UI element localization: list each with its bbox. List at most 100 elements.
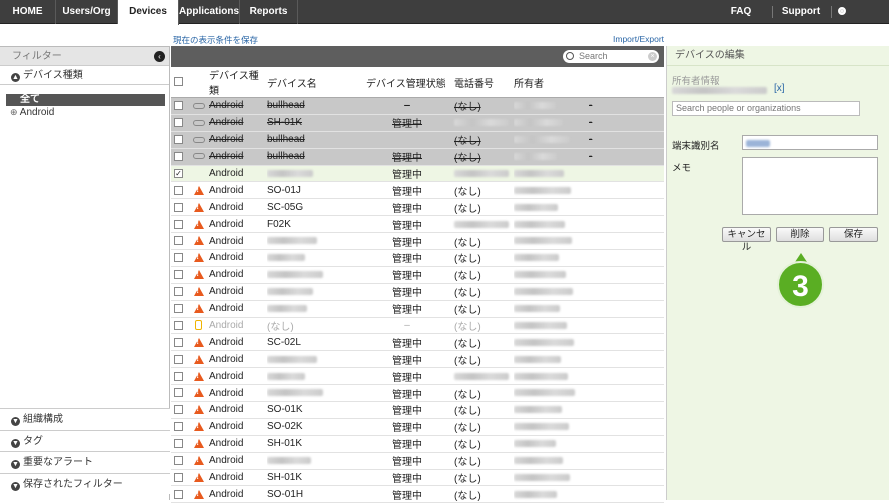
row-checkbox[interactable] <box>174 303 183 313</box>
row-select-cell[interactable]: ✓ <box>171 165 188 183</box>
row-checkbox[interactable] <box>174 405 183 415</box>
select-all-checkbox[interactable] <box>174 77 183 87</box>
table-row[interactable]: ✓ Android 管理中 <box>171 165 664 183</box>
row-select-cell[interactable] <box>171 215 188 234</box>
row-checkbox[interactable] <box>174 489 183 499</box>
row-select-cell[interactable] <box>171 350 188 369</box>
table-row[interactable]: Android bullhead 管理中 (なし) - <box>171 148 664 166</box>
row-checkbox[interactable]: ✓ <box>174 168 183 178</box>
column-device-type[interactable]: デバイス種類 <box>209 67 267 98</box>
device-name-cell[interactable]: SH-01K <box>267 469 366 487</box>
device-name-cell[interactable]: SO-02K <box>267 418 366 436</box>
section-organization[interactable]: ▼ 組織構成 <box>0 408 170 430</box>
table-row[interactable]: Android 管理中 (なし) <box>171 384 664 403</box>
section-tags[interactable]: ▼ タグ <box>0 429 170 451</box>
row-checkbox[interactable] <box>174 135 183 145</box>
table-row[interactable]: Android 管理中 (なし) <box>171 350 664 369</box>
table-row[interactable]: AndroidSO-01J 管理中 (なし) <box>171 181 664 200</box>
device-name-cell[interactable] <box>267 283 366 301</box>
device-name-cell[interactable]: SC-02L <box>267 333 366 352</box>
table-row[interactable]: Android 管理中 (なし) <box>171 452 664 470</box>
device-name-cell[interactable] <box>267 165 366 183</box>
table-row[interactable]: Android 管理中 (なし) <box>171 249 664 267</box>
row-checkbox[interactable] <box>174 118 183 128</box>
table-row[interactable]: Android 管理中 (なし) <box>171 300 664 318</box>
row-select-cell[interactable] <box>171 114 188 132</box>
row-select-cell[interactable] <box>171 469 188 487</box>
table-row[interactable]: Android SH-01K 管理中 - <box>171 114 664 132</box>
device-name-cell[interactable]: bullhead <box>267 97 366 115</box>
row-select-cell[interactable] <box>171 333 188 352</box>
table-row[interactable]: Android 管理中 (なし) <box>171 283 664 301</box>
select-all-cell[interactable] <box>171 67 188 98</box>
table-row[interactable]: AndroidSC-05G 管理中 (なし) <box>171 198 664 217</box>
device-name-cell[interactable]: bullhead <box>267 148 366 166</box>
row-select-cell[interactable] <box>171 249 188 267</box>
device-name-cell[interactable]: SH-01K <box>267 435 366 453</box>
save-button[interactable]: 保存 <box>829 227 878 242</box>
row-checkbox[interactable] <box>174 472 183 482</box>
device-name-cell[interactable]: (なし) <box>267 317 366 335</box>
table-row[interactable]: Android (なし) – (なし) <box>171 317 664 335</box>
row-select-cell[interactable] <box>171 131 188 149</box>
row-checkbox[interactable] <box>174 422 183 432</box>
tab-home[interactable]: HOME <box>0 0 56 24</box>
column-owner[interactable]: 所有者 <box>514 67 589 98</box>
row-checkbox[interactable] <box>174 439 183 449</box>
tab-devices[interactable]: Devices <box>118 0 179 25</box>
column-phone[interactable]: 電話番号 <box>448 67 514 98</box>
terminal-id-input[interactable] <box>742 135 878 150</box>
row-select-cell[interactable] <box>171 452 188 470</box>
delete-button[interactable]: 削除 <box>776 227 824 242</box>
table-row[interactable]: Android bullhead (なし) - <box>171 131 664 149</box>
table-row[interactable]: Android 管理中 <box>171 367 664 386</box>
device-name-cell[interactable]: SH-01K <box>267 114 366 132</box>
row-select-cell[interactable] <box>171 198 188 217</box>
row-select-cell[interactable] <box>171 317 188 335</box>
table-row[interactable]: AndroidSH-01K 管理中 (なし) <box>171 435 664 453</box>
table-row[interactable]: AndroidSO-02K 管理中 (なし) <box>171 418 664 436</box>
device-name-cell[interactable]: SO-01J <box>267 181 366 200</box>
remove-owner-link[interactable]: [x] <box>774 83 785 94</box>
row-select-cell[interactable] <box>171 367 188 386</box>
row-checkbox[interactable] <box>174 320 183 330</box>
collapse-sidebar-icon[interactable]: ‹ <box>154 51 165 62</box>
table-row[interactable]: AndroidF02K 管理中 <box>171 215 664 234</box>
device-name-cell[interactable] <box>267 350 366 369</box>
device-name-cell[interactable] <box>267 249 366 267</box>
faq-link[interactable]: FAQ <box>722 0 760 24</box>
device-name-cell[interactable]: SC-05G <box>267 198 366 217</box>
support-link[interactable]: Support <box>778 0 824 24</box>
table-row[interactable]: Android bullhead – (なし) - <box>171 97 664 115</box>
tab-reports[interactable]: Reports <box>240 0 298 24</box>
row-select-cell[interactable] <box>171 384 188 403</box>
device-name-cell[interactable]: F02K <box>267 215 366 234</box>
import-export-link[interactable]: Import/Export <box>613 34 664 44</box>
memo-textarea[interactable] <box>742 157 878 215</box>
section-alerts[interactable]: ▼ 重要なアラート <box>0 451 170 473</box>
row-checkbox[interactable] <box>174 236 183 246</box>
row-checkbox[interactable] <box>174 287 183 297</box>
row-checkbox[interactable] <box>174 354 183 364</box>
device-name-cell[interactable] <box>267 266 366 284</box>
row-checkbox[interactable] <box>174 388 183 398</box>
cancel-button[interactable]: キャンセル <box>722 227 771 253</box>
table-row[interactable]: AndroidSO-01K 管理中 (なし) <box>171 401 664 419</box>
row-checkbox[interactable] <box>174 219 183 229</box>
row-select-cell[interactable] <box>171 97 188 115</box>
row-checkbox[interactable] <box>174 185 183 195</box>
row-checkbox[interactable] <box>174 151 183 161</box>
table-row[interactable]: AndroidSH-01K 管理中 (なし) <box>171 469 664 487</box>
row-checkbox[interactable] <box>174 101 183 111</box>
owner-search-input[interactable]: Search people or organizations <box>672 101 860 116</box>
device-name-cell[interactable] <box>267 300 366 318</box>
row-select-cell[interactable] <box>171 485 188 503</box>
row-checkbox[interactable] <box>174 371 183 381</box>
expand-icon[interactable]: ⊕ <box>10 107 18 117</box>
table-row[interactable]: AndroidSO-01H 管理中 (なし) <box>171 485 664 503</box>
row-select-cell[interactable] <box>171 435 188 453</box>
row-checkbox[interactable] <box>174 337 183 347</box>
row-select-cell[interactable] <box>171 181 188 200</box>
row-checkbox[interactable] <box>174 270 183 280</box>
device-name-cell[interactable] <box>267 452 366 470</box>
